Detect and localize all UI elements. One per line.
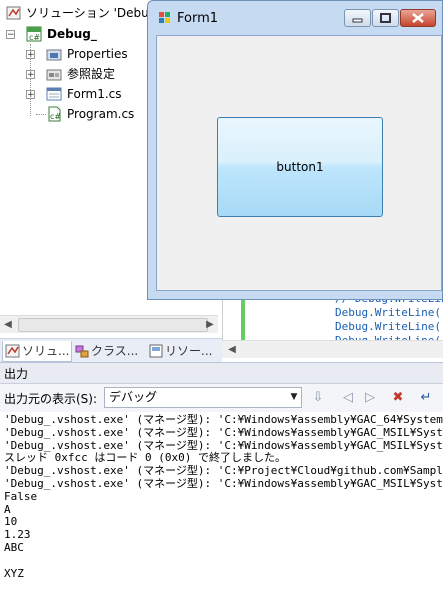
code-line: Debug.WriteLine( xyxy=(335,320,441,333)
svg-text:c#: c# xyxy=(50,112,61,121)
output-line: 'Debug_.vshost.exe' (マネージ型): 'C:¥Windows… xyxy=(4,477,443,490)
references-icon xyxy=(46,69,62,81)
output-pane-title: 出力 xyxy=(0,362,443,384)
scroll-thumb[interactable] xyxy=(18,318,208,332)
button1[interactable]: button1 xyxy=(217,117,383,217)
minimize-icon xyxy=(352,18,363,23)
next-message-icon[interactable]: ▷ xyxy=(360,388,380,408)
svg-text:c#: c# xyxy=(29,33,40,42)
tab-label: リソー... xyxy=(165,344,213,358)
project-name: Debug_ xyxy=(47,27,97,41)
output-source-select[interactable]: デバッグ ▼ xyxy=(104,387,302,408)
expand-icon[interactable]: + xyxy=(26,50,35,60)
minimize-button[interactable] xyxy=(344,9,371,27)
output-line: 'Debug_.vshost.exe' (マネージ型): 'C:¥Windows… xyxy=(4,413,443,426)
goto-line-icon[interactable]: ⇩ xyxy=(308,388,328,408)
tree-item-label: 参照設定 xyxy=(67,67,116,81)
word-wrap-icon[interactable]: ↵ xyxy=(416,388,436,408)
properties-folder-icon xyxy=(46,49,62,61)
output-toolbar: 出力元の表示(S): デバッグ ▼ ⇩ ◁ ▷ ✖ ↵ xyxy=(0,384,443,413)
close-icon xyxy=(412,13,424,23)
explorer-tabs: ソリュ... クラス... リソー... xyxy=(0,338,222,363)
output-source-value: デバッグ xyxy=(109,390,158,404)
tab-solution[interactable]: ソリュ... xyxy=(2,341,72,362)
code-line: Debug.WriteLine( xyxy=(335,306,441,319)
csharp-file-icon: c# xyxy=(48,106,61,122)
form-app-icon xyxy=(159,12,170,23)
form1-titlebar[interactable]: Form1 xyxy=(148,1,442,35)
expand-icon[interactable]: + xyxy=(26,90,35,100)
resource-view-icon xyxy=(149,344,163,358)
output-line: 'Debug_.vshost.exe' (マネージ型): 'C:¥Windows… xyxy=(4,425,443,439)
prev-message-icon[interactable]: ◁ xyxy=(338,388,358,408)
tab-label: ソリュ... xyxy=(22,344,70,358)
tree-item-label: Program.cs xyxy=(67,107,135,121)
output-text[interactable]: 'Debug_.vshost.exe' (マネージ型): 'C:¥Windows… xyxy=(0,412,443,592)
tab-resource-view[interactable]: リソー... xyxy=(146,341,220,361)
expand-icon[interactable]: + xyxy=(26,70,35,80)
class-view-icon xyxy=(75,345,89,358)
tree-item-label: Form1.cs xyxy=(67,87,122,101)
chevron-down-icon[interactable]: ▼ xyxy=(287,388,301,407)
scroll-left-icon[interactable]: ◀ xyxy=(224,341,240,358)
scroll-right-icon[interactable]: ▶ xyxy=(202,316,218,333)
tab-label: クラス... xyxy=(91,344,139,358)
solution-title: ソリューション 'Debug xyxy=(26,6,157,20)
tree-item-label: Properties xyxy=(67,47,128,61)
form-file-icon xyxy=(46,87,62,101)
maximize-icon xyxy=(380,13,391,23)
output-line: False xyxy=(4,489,38,503)
window-title: Form1 xyxy=(177,11,219,26)
solution-hscrollbar[interactable]: ◀ ▶ xyxy=(0,315,218,333)
output-line: XYZ xyxy=(4,566,24,580)
form1-window[interactable]: Form1 button1 xyxy=(147,0,443,300)
form1-client-area: button1 xyxy=(156,35,442,291)
close-button[interactable] xyxy=(400,9,436,27)
tab-class-view[interactable]: クラス... xyxy=(72,341,142,361)
code-hscrollbar[interactable]: ◀ xyxy=(222,340,443,358)
csharp-project-icon: c# xyxy=(26,26,42,42)
solution-icon xyxy=(6,6,21,20)
output-line: ABC xyxy=(4,541,24,554)
clear-all-icon[interactable]: ✖ xyxy=(388,388,408,408)
scroll-left-icon[interactable]: ◀ xyxy=(0,316,16,333)
output-source-label: 出力元の表示(S): xyxy=(4,392,98,406)
collapse-icon[interactable]: − xyxy=(6,30,15,40)
solution-icon xyxy=(5,344,20,358)
maximize-button[interactable] xyxy=(372,9,399,27)
